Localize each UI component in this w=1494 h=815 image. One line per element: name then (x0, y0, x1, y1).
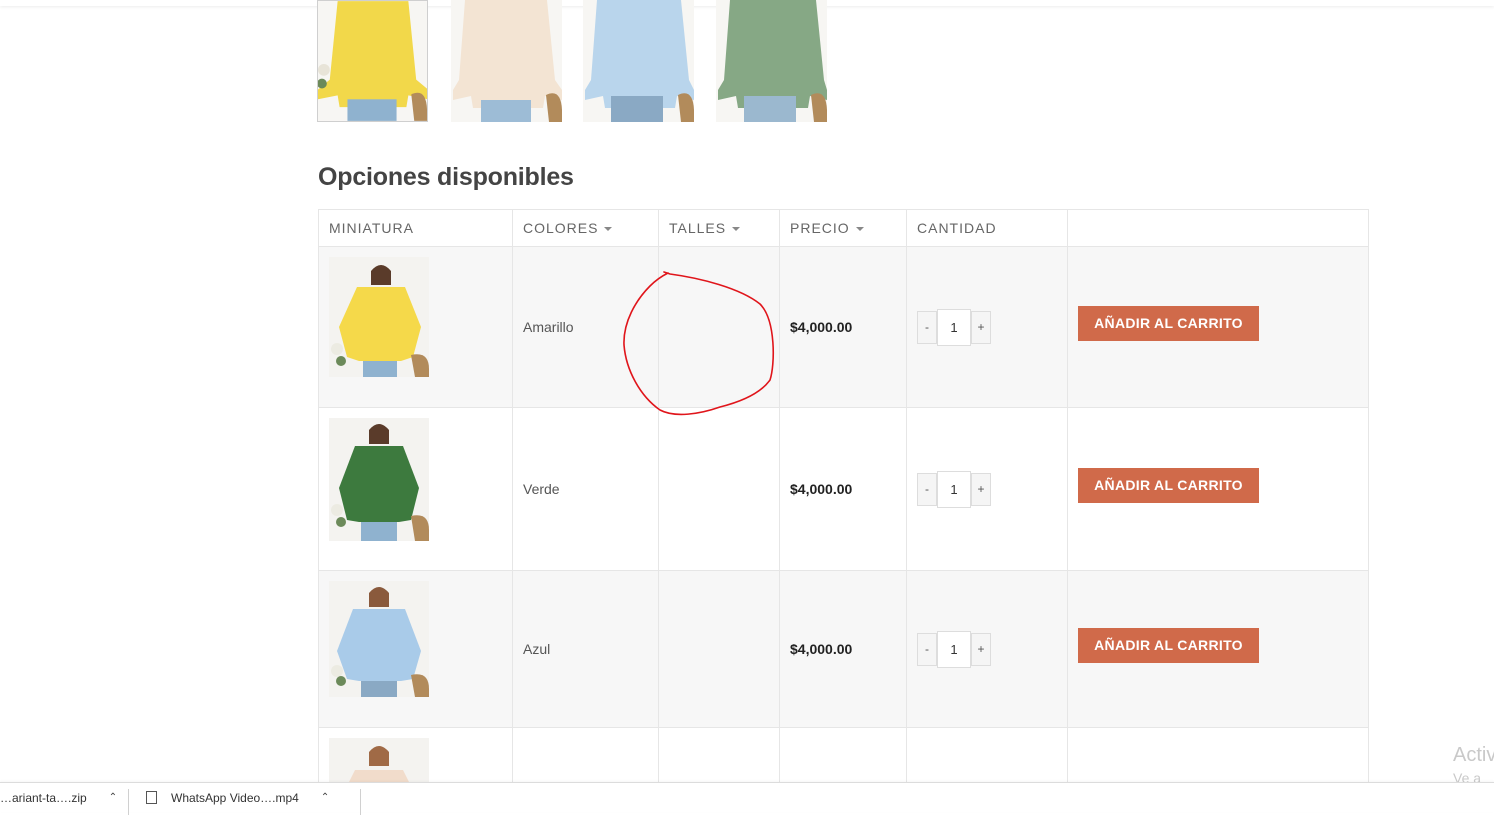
header-miniatura-label: MINIATURA (329, 220, 414, 236)
header-action (1067, 209, 1369, 247)
add-to-cart-button[interactable]: AÑADIR AL CARRITO (1078, 628, 1259, 663)
divider (360, 789, 361, 815)
header-talles-label: TALLES (669, 220, 727, 236)
product-thumbnail-blue[interactable] (329, 581, 429, 697)
sweater-photo (451, 0, 562, 122)
decrement-button[interactable]: - (917, 472, 937, 506)
sweater-photo (329, 581, 429, 697)
section-title: Opciones disponibles (318, 163, 574, 191)
increment-button[interactable]: + (971, 632, 991, 666)
action-cell: AÑADIR AL CARRITO (1067, 246, 1369, 408)
thumbnail-cell (318, 407, 513, 571)
color-cell: Verde (512, 407, 659, 571)
gallery-thumb-beige[interactable] (451, 0, 562, 122)
increment-button[interactable]: + (971, 472, 991, 506)
sweater-photo (583, 0, 694, 122)
quantity-input[interactable]: 1 (937, 630, 971, 668)
download-filename: WhatsApp Video….mp4 (171, 790, 299, 805)
gallery-thumb-yellow[interactable] (317, 0, 428, 122)
header-cantidad: CANTIDAD (906, 209, 1068, 247)
download-item-zip[interactable]: …ariant-ta….zip ⌃ (0, 783, 117, 812)
quantity-stepper: - 1 + (917, 470, 1057, 508)
product-thumbnail-yellow[interactable] (329, 257, 429, 377)
quantity-stepper: - 1 + (917, 630, 1057, 668)
chevron-up-icon[interactable]: ⌃ (109, 792, 117, 803)
sweater-photo (329, 257, 429, 377)
sweater-photo (318, 1, 427, 121)
gallery-thumb-blue[interactable] (583, 0, 694, 122)
table-header: MINIATURA COLORES TALLES PRECIO CANTIDAD (318, 209, 1369, 247)
action-cell: AÑADIR AL CARRITO (1067, 407, 1369, 571)
sort-caret-icon (732, 227, 741, 232)
file-icon (146, 791, 157, 804)
decrement-button[interactable]: - (917, 632, 937, 666)
quantity-input[interactable]: 1 (937, 470, 971, 508)
price-cell: $4,000.00 (779, 570, 907, 728)
sort-caret-icon (855, 227, 864, 232)
table-row: Verde $4,000.00 - 1 + AÑADIR AL CARRITO (318, 407, 1369, 571)
color-cell: Azul (512, 570, 659, 728)
gallery-thumb-green[interactable] (716, 0, 827, 122)
sweater-photo (716, 0, 827, 122)
table-row: Amarillo $4,000.00 - 1 + AÑADIR AL CARRI… (318, 246, 1369, 408)
quantity-cell: - 1 + (906, 407, 1068, 571)
price-cell: $4,000.00 (779, 246, 907, 408)
color-cell: Amarillo (512, 246, 659, 408)
header-miniatura: MINIATURA (318, 209, 513, 247)
price-cell: $4,000.00 (779, 407, 907, 571)
download-item-video[interactable]: WhatsApp Video….mp4 ⌃ (146, 783, 329, 812)
header-colores[interactable]: COLORES (512, 209, 659, 247)
variants-table: MINIATURA COLORES TALLES PRECIO CANTIDAD (318, 209, 1369, 799)
header-precio-label: PRECIO (790, 220, 850, 236)
quantity-cell: - 1 + (906, 570, 1068, 728)
thumbnail-cell (318, 246, 513, 408)
quantity-cell: - 1 + (906, 246, 1068, 408)
header-cantidad-label: CANTIDAD (917, 220, 997, 236)
increment-button[interactable]: + (971, 310, 991, 344)
talle-cell (658, 407, 780, 571)
divider (128, 789, 129, 815)
add-to-cart-button[interactable]: AÑADIR AL CARRITO (1078, 306, 1259, 341)
chevron-up-icon[interactable]: ⌃ (321, 792, 329, 803)
header-precio[interactable]: PRECIO (779, 209, 907, 247)
quantity-input[interactable]: 1 (937, 308, 971, 346)
add-to-cart-button[interactable]: AÑADIR AL CARRITO (1078, 468, 1259, 503)
talle-cell (658, 570, 780, 728)
decrement-button[interactable]: - (917, 310, 937, 344)
talle-cell (658, 246, 780, 408)
action-cell: AÑADIR AL CARRITO (1067, 570, 1369, 728)
header-talles[interactable]: TALLES (658, 209, 780, 247)
downloads-bar: …ariant-ta….zip ⌃ WhatsApp Video….mp4 ⌃ (0, 782, 1494, 815)
activation-watermark: Activ (1453, 744, 1494, 766)
thumbnail-cell (318, 570, 513, 728)
header-colores-label: COLORES (523, 220, 599, 236)
sort-caret-icon (604, 227, 613, 232)
sweater-photo (329, 418, 429, 541)
download-filename: …ariant-ta….zip (0, 790, 87, 805)
product-thumbnail-green[interactable] (329, 418, 429, 541)
table-row: Azul $4,000.00 - 1 + AÑADIR AL CARRITO (318, 570, 1369, 728)
quantity-stepper: - 1 + (917, 308, 1057, 346)
